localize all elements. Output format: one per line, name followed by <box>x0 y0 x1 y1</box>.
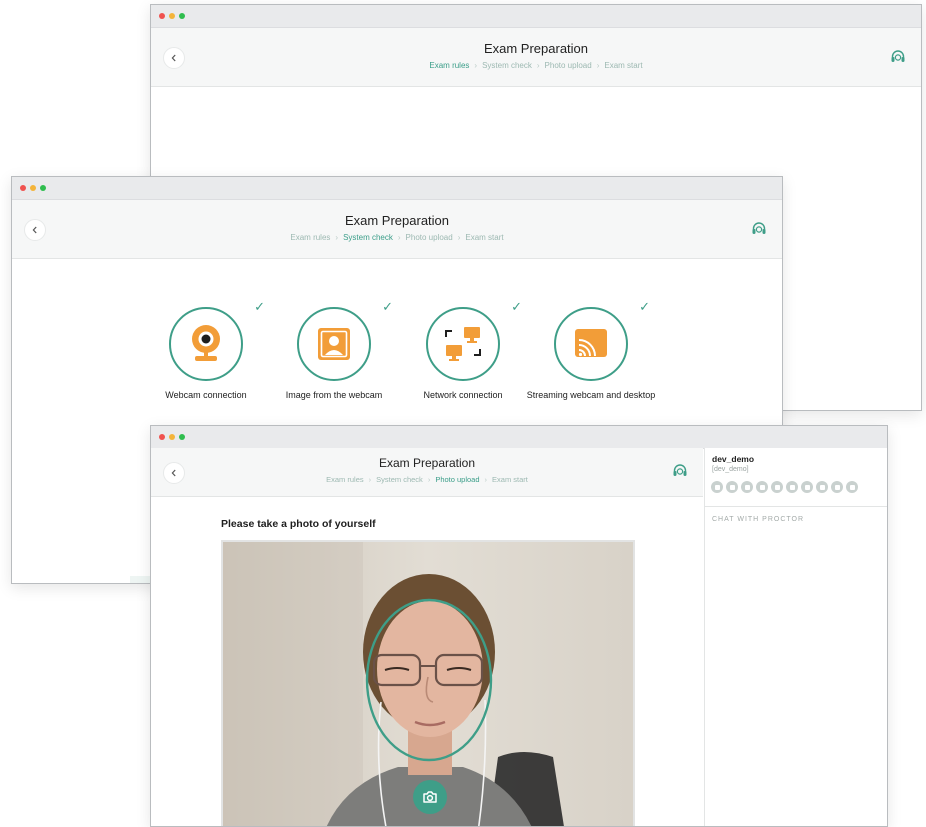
close-dot[interactable] <box>159 13 165 19</box>
settings-icon[interactable] <box>846 481 858 493</box>
check-label: Streaming webcam and desktop <box>526 390 656 400</box>
crumb-photo-upload[interactable]: Photo upload <box>435 475 479 484</box>
page-title: Exam Preparation <box>378 456 476 470</box>
check-image-from-webcam: ✓ Image from the webcam <box>269 299 399 401</box>
user-icon[interactable] <box>816 481 828 493</box>
photo-instruction: Please take a photo of yourself <box>221 518 376 530</box>
window-photo-upload: Exam Preparation Exam rules › System check… <box>150 425 888 827</box>
maximize-dot[interactable] <box>40 185 46 191</box>
chevron-right-icon: › <box>484 475 488 484</box>
network-icon <box>445 327 481 361</box>
check-circle: ✓ <box>554 299 650 381</box>
title-bar <box>151 5 921 28</box>
proctor-sidebar: dev_demo [dev_demo] CHAT WITH PROCTOR <box>704 448 887 826</box>
minimize-dot[interactable] <box>30 185 36 191</box>
crumb-exam-rules[interactable]: Exam rules <box>290 233 330 242</box>
chevron-right-icon: › <box>536 61 540 70</box>
crumb-exam-start[interactable]: Exam start <box>465 233 503 242</box>
crumb-exam-start[interactable]: Exam start <box>604 61 642 70</box>
screen-icon[interactable] <box>726 481 738 493</box>
webcam-icon <box>192 325 220 361</box>
screen-cast-icon <box>575 329 607 357</box>
title-bar <box>151 426 887 449</box>
chevron-right-icon: › <box>457 233 461 242</box>
user-name: dev_demo <box>712 454 755 464</box>
check-webcam-connection: ✓ Webcam connection <box>141 299 271 401</box>
page-title: Exam Preparation <box>483 41 589 56</box>
checkmark-icon: ✓ <box>382 299 393 314</box>
crumb-system-check[interactable]: System check <box>376 475 423 484</box>
check-streaming: ✓ Streaming webcam and desktop <box>526 299 656 401</box>
photo-main-panel: Exam Preparation Exam rules › System check… <box>151 448 703 826</box>
check-circle: ✓ <box>297 299 393 381</box>
crumb-photo-upload[interactable]: Photo upload <box>545 61 592 70</box>
page-title: Exam Preparation <box>344 213 450 228</box>
close-dot[interactable] <box>159 434 165 440</box>
crumb-photo-upload[interactable]: Photo upload <box>406 233 453 242</box>
layout-icon[interactable] <box>801 481 813 493</box>
check-network-connection: ✓ Network connection <box>398 299 528 401</box>
breadcrumb: Exam rules › System check › Photo upload › Exa… <box>151 475 703 484</box>
headset-support-icon[interactable] <box>889 48 907 66</box>
crumb-system-check[interactable]: System check <box>343 233 393 242</box>
minimize-dot[interactable] <box>169 13 175 19</box>
chat-heading: CHAT WITH PROCTOR <box>705 506 887 532</box>
crumb-system-check[interactable]: System check <box>482 61 532 70</box>
check-label: Network connection <box>423 390 503 400</box>
close-dot[interactable] <box>20 185 26 191</box>
message-icon[interactable] <box>831 481 843 493</box>
video-icon[interactable] <box>771 481 783 493</box>
maximize-dot[interactable] <box>179 434 185 440</box>
breadcrumb: Exam rules › System check › Photo upload › Exa… <box>151 61 921 70</box>
chevron-right-icon: › <box>474 61 478 70</box>
crumb-exam-rules[interactable]: Exam rules <box>429 61 469 70</box>
calendar-icon[interactable] <box>786 481 798 493</box>
chevron-right-icon: › <box>596 61 600 70</box>
chevron-right-icon: › <box>427 475 431 484</box>
take-photo-button[interactable] <box>413 780 447 814</box>
phone-icon[interactable] <box>711 481 723 493</box>
title-bar <box>12 177 782 200</box>
checkmark-icon: ✓ <box>639 299 650 314</box>
user-portrait-icon <box>318 328 350 360</box>
checkmark-icon: ✓ <box>511 299 522 314</box>
user-id: [dev_demo] <box>712 466 749 473</box>
app-header: Exam Preparation Exam rules › System check… <box>151 448 703 497</box>
app-header: Exam Preparation Exam rules › System check… <box>151 28 921 87</box>
crumb-exam-rules[interactable]: Exam rules <box>326 475 364 484</box>
info-icon[interactable] <box>756 481 768 493</box>
headset-support-icon[interactable] <box>750 220 768 238</box>
app-header: Exam Preparation Exam rules › System check… <box>12 200 782 259</box>
check-label: Image from the webcam <box>285 390 383 400</box>
breadcrumb: Exam rules › System check › Photo upload › Exa… <box>12 233 782 242</box>
checkmark-icon: ✓ <box>254 299 265 314</box>
check-circle: ✓ <box>169 299 265 381</box>
check-circle: ✓ <box>426 299 522 381</box>
check-label: Webcam connection <box>165 390 247 400</box>
maximize-dot[interactable] <box>179 13 185 19</box>
crumb-exam-start[interactable]: Exam start <box>492 475 528 484</box>
document-icon[interactable] <box>741 481 753 493</box>
chevron-right-icon: › <box>368 475 372 484</box>
camera-icon <box>423 791 437 803</box>
minimize-dot[interactable] <box>169 434 175 440</box>
headset-support-icon[interactable] <box>671 462 689 480</box>
sidebar-toolbar <box>711 481 858 493</box>
chevron-right-icon: › <box>397 233 401 242</box>
chevron-right-icon: › <box>335 233 339 242</box>
